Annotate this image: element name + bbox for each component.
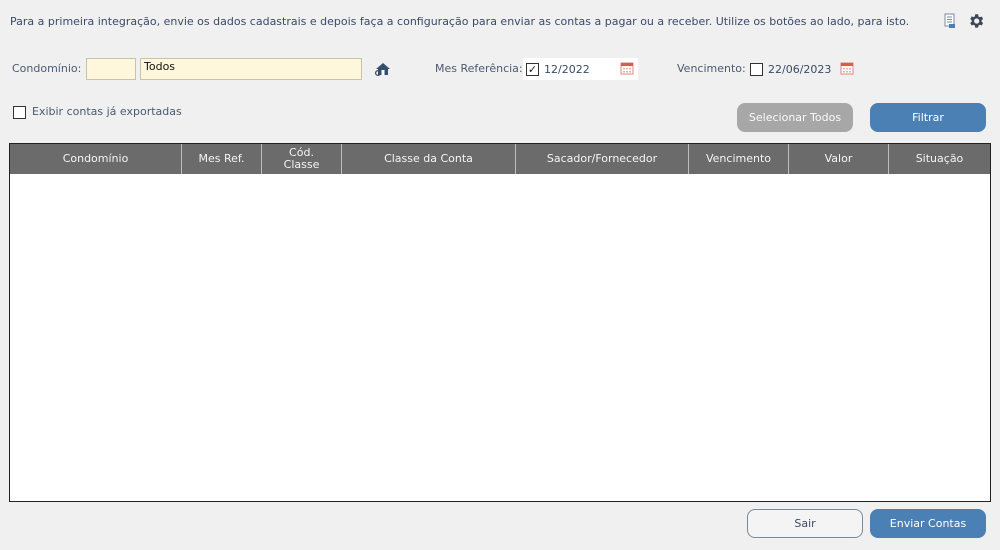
column-header-mes-ref[interactable]: Mes Ref.: [182, 144, 262, 174]
column-header-condominio[interactable]: Condomínio: [10, 144, 182, 174]
column-header-cod-classe[interactable]: Cód. Classe: [262, 144, 342, 174]
vencimento-checkbox[interactable]: [750, 62, 763, 76]
condominio-name-input[interactable]: Todos: [140, 58, 362, 80]
mes-referencia-label: Mes Referência:: [435, 62, 523, 75]
gear-icon[interactable]: [965, 10, 987, 32]
integration-info-text: Para a primeira integração, envie os dad…: [10, 15, 910, 28]
building-search-icon[interactable]: [374, 60, 392, 78]
table-header: Condomínio Mes Ref. Cód. Classe Classe d…: [10, 144, 990, 174]
column-header-valor[interactable]: Valor: [789, 144, 889, 174]
calendar-icon[interactable]: [620, 61, 634, 78]
vencimento-label: Vencimento:: [677, 62, 746, 75]
column-header-classe-conta[interactable]: Classe da Conta: [342, 144, 516, 174]
mes-referencia-field[interactable]: ✓ 12/2022: [523, 58, 638, 80]
exibir-exportadas-checkbox[interactable]: [13, 106, 26, 119]
calendar-icon[interactable]: [840, 61, 854, 78]
column-header-vencimento[interactable]: Vencimento: [689, 144, 789, 174]
condominio-code-input[interactable]: [86, 58, 136, 80]
column-header-sacador-fornecedor[interactable]: Sacador/Fornecedor: [516, 144, 689, 174]
filter-button[interactable]: Filtrar: [870, 103, 986, 132]
vencimento-value: 22/06/2023: [768, 62, 832, 76]
mes-referencia-checkbox[interactable]: ✓: [526, 62, 539, 76]
document-list-icon[interactable]: [941, 12, 959, 30]
vencimento-field[interactable]: 22/06/2023: [747, 58, 858, 80]
condominio-label: Condomínio:: [12, 62, 82, 75]
exibir-exportadas-label[interactable]: Exibir contas já exportadas: [32, 105, 182, 118]
mes-referencia-value: 12/2022: [544, 62, 590, 76]
accounts-table[interactable]: Condomínio Mes Ref. Cód. Classe Classe d…: [9, 143, 991, 502]
column-header-situacao[interactable]: Situação: [889, 144, 990, 174]
exit-button[interactable]: Sair: [747, 509, 863, 538]
send-accounts-button[interactable]: Enviar Contas: [870, 509, 986, 538]
select-all-button[interactable]: Selecionar Todos: [737, 103, 853, 132]
